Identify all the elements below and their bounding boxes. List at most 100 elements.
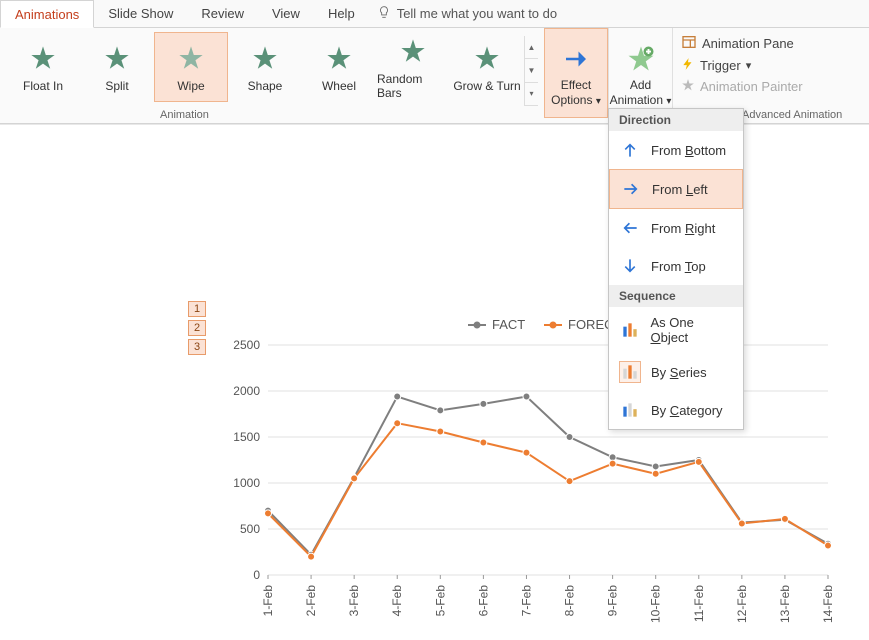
option-from-left[interactable]: From Left xyxy=(609,169,743,209)
option-label: From Right xyxy=(651,221,715,236)
svg-text:2-Feb: 2-Feb xyxy=(304,585,318,617)
star-icon xyxy=(100,41,134,75)
option-label: From Left xyxy=(652,182,708,197)
group-label-advanced: Advanced Animation xyxy=(742,109,842,121)
option-by-category[interactable]: By Category xyxy=(609,391,743,429)
bars-category-icon xyxy=(619,399,641,421)
anim-label: Split xyxy=(105,79,128,93)
svg-text:2500: 2500 xyxy=(233,338,260,352)
star-icon xyxy=(396,34,430,68)
option-label: As One Object xyxy=(650,315,733,345)
animation-painter-button[interactable]: Animation Painter xyxy=(681,78,803,95)
bars-series-icon xyxy=(619,361,641,383)
svg-text:500: 500 xyxy=(240,522,260,536)
svg-text:FACT: FACT xyxy=(492,317,525,332)
svg-text:9-Feb: 9-Feb xyxy=(606,585,620,617)
svg-text:5-Feb: 5-Feb xyxy=(433,585,447,617)
seq-tag-1[interactable]: 1 xyxy=(188,301,206,317)
animation-gallery: Float In Split Wipe Shape Wheel Random B… xyxy=(0,28,544,123)
svg-text:8-Feb: 8-Feb xyxy=(563,585,577,617)
star-icon xyxy=(26,41,60,75)
anim-split[interactable]: Split xyxy=(80,32,154,102)
anim-label: Grow & Turn xyxy=(453,79,520,93)
option-label: From Top xyxy=(651,259,706,274)
gallery-up-icon[interactable]: ▲ xyxy=(525,36,538,59)
tab-review[interactable]: Review xyxy=(187,0,258,28)
gallery-down-icon[interactable]: ▼ xyxy=(525,59,538,82)
animation-painter-label: Animation Painter xyxy=(700,79,803,94)
tab-slideshow[interactable]: Slide Show xyxy=(94,0,187,28)
chart[interactable]: 0 500 1000 1500 2000 2500 1-Feb 2-Feb 3-Feb 4-Feb… xyxy=(218,315,838,635)
pane-icon xyxy=(681,34,697,53)
effect-options-button[interactable]: EffectOptions ▾ xyxy=(544,28,608,118)
svg-text:10-Feb: 10-Feb xyxy=(649,585,663,623)
trigger-label: Trigger xyxy=(700,58,741,73)
dropdown-header-sequence: Sequence xyxy=(609,285,743,307)
arrow-right-icon xyxy=(620,178,642,200)
anim-label: Wipe xyxy=(177,79,204,93)
dropdown-header-direction: Direction xyxy=(609,109,743,131)
trigger-button[interactable]: Trigger ▾ xyxy=(681,57,803,74)
tell-me-search[interactable]: Tell me what you want to do xyxy=(377,5,557,22)
svg-text:6-Feb: 6-Feb xyxy=(476,585,490,617)
ribbon-tabs: Animations Slide Show Review View Help T… xyxy=(0,0,869,28)
add-animation-button[interactable]: AddAnimation ▾ xyxy=(608,28,672,118)
svg-text:1000: 1000 xyxy=(233,476,260,490)
arrow-right-icon xyxy=(559,42,593,76)
gallery-scroll: ▲ ▼ ▾ xyxy=(524,36,538,106)
svg-text:11-Feb: 11-Feb xyxy=(692,585,706,622)
anim-float-in[interactable]: Float In xyxy=(6,32,80,102)
svg-text:0: 0 xyxy=(253,568,260,582)
star-icon xyxy=(174,41,208,75)
effect-options-label: EffectOptions ▾ xyxy=(551,78,601,107)
anim-label: Random Bars xyxy=(377,72,449,100)
option-from-bottom[interactable]: From Bottom xyxy=(609,131,743,169)
star-icon xyxy=(322,41,356,75)
svg-text:12-Feb: 12-Feb xyxy=(735,585,749,623)
star-icon xyxy=(248,41,282,75)
anim-label: Wheel xyxy=(322,79,356,93)
anim-label: Float In xyxy=(23,79,63,93)
chevron-down-icon: ▾ xyxy=(746,59,751,72)
anim-grow-turn[interactable]: Grow & Turn xyxy=(450,32,524,102)
animation-pane-label: Animation Pane xyxy=(702,36,794,51)
option-from-right[interactable]: From Right xyxy=(609,209,743,247)
svg-text:13-Feb: 13-Feb xyxy=(778,585,792,623)
tab-view[interactable]: View xyxy=(258,0,314,28)
anim-label: Shape xyxy=(248,79,283,93)
option-label: From Bottom xyxy=(651,143,726,158)
arrow-left-icon xyxy=(619,217,641,239)
option-as-one-object[interactable]: As One Object xyxy=(609,307,743,353)
option-label: By Series xyxy=(651,365,707,380)
anim-wipe[interactable]: Wipe xyxy=(154,32,228,102)
star-icon xyxy=(470,41,504,75)
option-from-top[interactable]: From Top xyxy=(609,247,743,285)
anim-wheel[interactable]: Wheel xyxy=(302,32,376,102)
svg-text:1-Feb: 1-Feb xyxy=(261,585,275,617)
svg-text:4-Feb: 4-Feb xyxy=(390,585,404,617)
tell-me-label: Tell me what you want to do xyxy=(397,6,557,21)
arrow-down-icon xyxy=(619,255,641,277)
tab-animations[interactable]: Animations xyxy=(0,0,94,28)
lightning-icon xyxy=(681,57,695,74)
lightbulb-icon xyxy=(377,5,391,22)
gallery-more-icon[interactable]: ▾ xyxy=(525,83,538,106)
seq-tag-2[interactable]: 2 xyxy=(188,320,206,336)
anim-random-bars[interactable]: Random Bars xyxy=(376,32,450,102)
tab-help[interactable]: Help xyxy=(314,0,369,28)
animation-sequence-tags: 1 2 3 xyxy=(188,301,206,355)
effect-options-dropdown: Direction From Bottom From Left From Rig… xyxy=(608,108,744,430)
seq-tag-3[interactable]: 3 xyxy=(188,339,206,355)
option-label: By Category xyxy=(651,403,723,418)
star-plus-icon xyxy=(624,42,658,76)
svg-text:1500: 1500 xyxy=(233,430,260,444)
anim-shape[interactable]: Shape xyxy=(228,32,302,102)
svg-text:14-Feb: 14-Feb xyxy=(821,585,835,623)
animation-pane-button[interactable]: Animation Pane xyxy=(681,34,803,53)
svg-text:3-Feb: 3-Feb xyxy=(347,585,361,617)
option-by-series[interactable]: By Series xyxy=(609,353,743,391)
svg-text:2000: 2000 xyxy=(233,384,260,398)
arrow-up-icon xyxy=(619,139,641,161)
add-animation-label: AddAnimation ▾ xyxy=(610,78,672,107)
brush-icon xyxy=(681,78,695,95)
